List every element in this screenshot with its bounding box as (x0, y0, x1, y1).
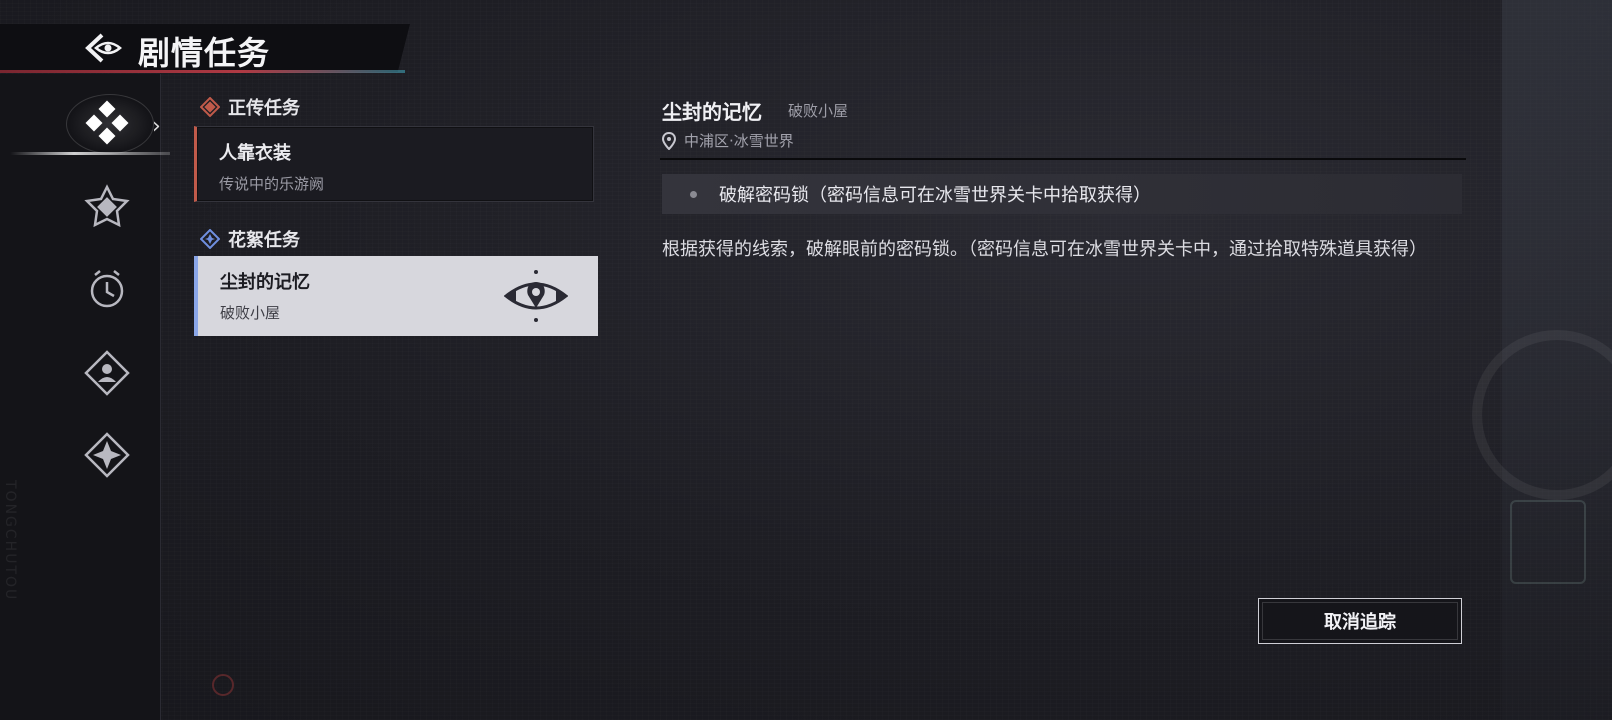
objective-text: 破解密码锁（密码信息可在冰雪世界关卡中拾取获得） (719, 185, 1151, 206)
side-quest-star-icon (84, 184, 130, 228)
main-quest-section-header: 正传任务 (200, 94, 300, 120)
nav-main-quests[interactable] (78, 94, 136, 152)
compass-star-icon (84, 432, 130, 478)
page-title: 剧情任务 (138, 34, 271, 72)
location-text: 中浦区·冰雪世界 (684, 132, 794, 150)
quest-subtitle: 传说中的乐游阙 (219, 175, 325, 193)
quest-title: 尘封的记忆 (220, 272, 310, 293)
main-quest-section-icon (200, 97, 220, 117)
target-dot-decoration (212, 674, 234, 696)
quest-card-side-selected[interactable]: 尘封的记忆 破败小屋 (194, 256, 598, 336)
cancel-tracking-label: 取消追踪 (1324, 612, 1396, 633)
quest-card-main[interactable]: 人靠衣装 传说中的乐游阙 (194, 126, 594, 202)
detail-divider (660, 158, 1466, 160)
objective-bullet (690, 190, 697, 198)
vertical-decoration-text: TONGCHUTOU (2, 480, 18, 602)
chevron-right-icon: › (152, 114, 161, 139)
detail-subtitle: 破败小屋 (788, 102, 849, 120)
main-quest-diamond-icon (85, 100, 129, 145)
cancel-tracking-button[interactable]: 取消追踪 (1258, 598, 1462, 644)
nav-other-quests[interactable] (78, 426, 136, 484)
active-nav-underline (10, 152, 170, 155)
nav-timed-quests[interactable] (78, 260, 136, 318)
quest-subtitle: 破败小屋 (220, 304, 281, 322)
location-pin-icon (662, 131, 676, 150)
quest-title: 人靠衣装 (219, 143, 291, 164)
nav-side-quests[interactable] (78, 178, 136, 236)
quest-description: 根据获得的线索，破解眼前的密码锁。（密码信息可在冰雪世界关卡中，通过拾取特殊道具… (662, 239, 1427, 260)
back-eye-icon[interactable] (82, 29, 126, 67)
location-row: 中浦区·冰雪世界 (662, 130, 794, 151)
nav-character-quests[interactable] (78, 344, 136, 402)
seal-decoration (1510, 500, 1586, 584)
person-diamond-icon (84, 350, 130, 396)
tracking-eye-icon (504, 270, 568, 322)
detail-title: 尘封的记忆 (662, 100, 762, 124)
side-quest-section-icon (200, 229, 220, 249)
side-quest-section-label: 花絮任务 (228, 230, 300, 251)
right-decoration (1472, 0, 1612, 720)
objective-item: 破解密码锁（密码信息可在冰雪世界关卡中拾取获得） (662, 174, 1462, 214)
side-quest-section-header: 花絮任务 (200, 226, 300, 252)
main-quest-section-label: 正传任务 (228, 98, 300, 119)
clock-icon (90, 270, 124, 308)
